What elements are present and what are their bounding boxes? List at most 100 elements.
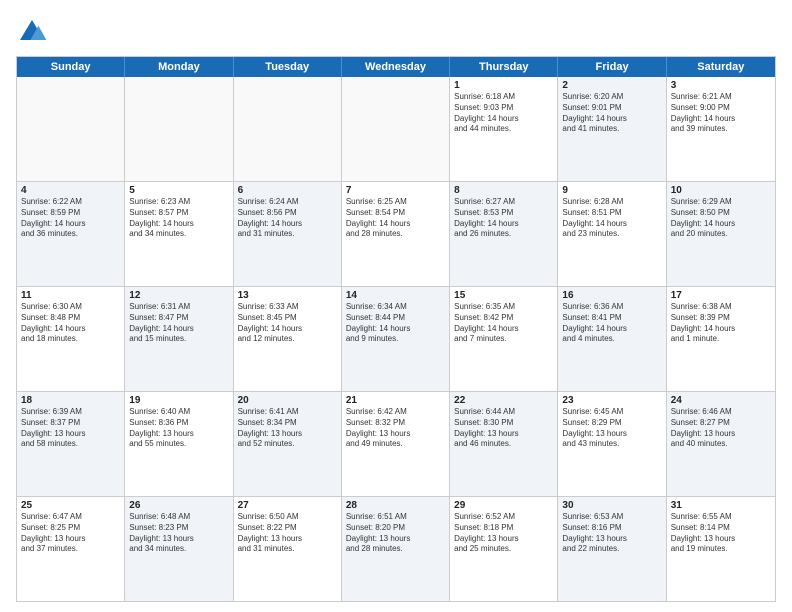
day-cell-20: 20Sunrise: 6:41 AM Sunset: 8:34 PM Dayli…: [234, 392, 342, 496]
day-info: Sunrise: 6:35 AM Sunset: 8:42 PM Dayligh…: [454, 302, 553, 345]
weekday-header-wednesday: Wednesday: [342, 57, 450, 77]
day-info: Sunrise: 6:47 AM Sunset: 8:25 PM Dayligh…: [21, 512, 120, 555]
day-cell-21: 21Sunrise: 6:42 AM Sunset: 8:32 PM Dayli…: [342, 392, 450, 496]
day-info: Sunrise: 6:40 AM Sunset: 8:36 PM Dayligh…: [129, 407, 228, 450]
day-info: Sunrise: 6:36 AM Sunset: 8:41 PM Dayligh…: [562, 302, 661, 345]
calendar-row-2: 11Sunrise: 6:30 AM Sunset: 8:48 PM Dayli…: [17, 287, 775, 392]
day-cell-30: 30Sunrise: 6:53 AM Sunset: 8:16 PM Dayli…: [558, 497, 666, 601]
day-info: Sunrise: 6:25 AM Sunset: 8:54 PM Dayligh…: [346, 197, 445, 240]
day-info: Sunrise: 6:22 AM Sunset: 8:59 PM Dayligh…: [21, 197, 120, 240]
calendar-body: 1Sunrise: 6:18 AM Sunset: 9:03 PM Daylig…: [17, 77, 775, 601]
weekday-header-friday: Friday: [558, 57, 666, 77]
day-cell-24: 24Sunrise: 6:46 AM Sunset: 8:27 PM Dayli…: [667, 392, 775, 496]
day-number: 22: [454, 395, 553, 406]
day-number: 5: [129, 185, 228, 196]
day-number: 2: [562, 80, 661, 91]
day-cell-25: 25Sunrise: 6:47 AM Sunset: 8:25 PM Dayli…: [17, 497, 125, 601]
empty-cell-0-2: [234, 77, 342, 181]
logo-icon: [16, 16, 48, 48]
weekday-header-tuesday: Tuesday: [234, 57, 342, 77]
day-number: 14: [346, 290, 445, 301]
day-number: 12: [129, 290, 228, 301]
day-number: 4: [21, 185, 120, 196]
weekday-header-sunday: Sunday: [17, 57, 125, 77]
calendar-header: SundayMondayTuesdayWednesdayThursdayFrid…: [17, 57, 775, 77]
day-info: Sunrise: 6:50 AM Sunset: 8:22 PM Dayligh…: [238, 512, 337, 555]
calendar-row-3: 18Sunrise: 6:39 AM Sunset: 8:37 PM Dayli…: [17, 392, 775, 497]
calendar-row-1: 4Sunrise: 6:22 AM Sunset: 8:59 PM Daylig…: [17, 182, 775, 287]
weekday-header-monday: Monday: [125, 57, 233, 77]
weekday-header-thursday: Thursday: [450, 57, 558, 77]
day-number: 15: [454, 290, 553, 301]
day-info: Sunrise: 6:27 AM Sunset: 8:53 PM Dayligh…: [454, 197, 553, 240]
day-info: Sunrise: 6:18 AM Sunset: 9:03 PM Dayligh…: [454, 92, 553, 135]
day-info: Sunrise: 6:51 AM Sunset: 8:20 PM Dayligh…: [346, 512, 445, 555]
empty-cell-0-0: [17, 77, 125, 181]
day-cell-15: 15Sunrise: 6:35 AM Sunset: 8:42 PM Dayli…: [450, 287, 558, 391]
day-info: Sunrise: 6:30 AM Sunset: 8:48 PM Dayligh…: [21, 302, 120, 345]
day-info: Sunrise: 6:52 AM Sunset: 8:18 PM Dayligh…: [454, 512, 553, 555]
day-cell-27: 27Sunrise: 6:50 AM Sunset: 8:22 PM Dayli…: [234, 497, 342, 601]
day-info: Sunrise: 6:45 AM Sunset: 8:29 PM Dayligh…: [562, 407, 661, 450]
day-info: Sunrise: 6:39 AM Sunset: 8:37 PM Dayligh…: [21, 407, 120, 450]
day-info: Sunrise: 6:41 AM Sunset: 8:34 PM Dayligh…: [238, 407, 337, 450]
day-cell-5: 5Sunrise: 6:23 AM Sunset: 8:57 PM Daylig…: [125, 182, 233, 286]
day-cell-1: 1Sunrise: 6:18 AM Sunset: 9:03 PM Daylig…: [450, 77, 558, 181]
empty-cell-0-1: [125, 77, 233, 181]
day-cell-26: 26Sunrise: 6:48 AM Sunset: 8:23 PM Dayli…: [125, 497, 233, 601]
day-number: 8: [454, 185, 553, 196]
day-cell-2: 2Sunrise: 6:20 AM Sunset: 9:01 PM Daylig…: [558, 77, 666, 181]
day-info: Sunrise: 6:34 AM Sunset: 8:44 PM Dayligh…: [346, 302, 445, 345]
day-info: Sunrise: 6:48 AM Sunset: 8:23 PM Dayligh…: [129, 512, 228, 555]
day-info: Sunrise: 6:46 AM Sunset: 8:27 PM Dayligh…: [671, 407, 771, 450]
day-number: 19: [129, 395, 228, 406]
day-info: Sunrise: 6:33 AM Sunset: 8:45 PM Dayligh…: [238, 302, 337, 345]
day-number: 30: [562, 500, 661, 511]
day-number: 3: [671, 80, 771, 91]
day-number: 10: [671, 185, 771, 196]
day-number: 20: [238, 395, 337, 406]
day-number: 11: [21, 290, 120, 301]
day-number: 17: [671, 290, 771, 301]
day-cell-28: 28Sunrise: 6:51 AM Sunset: 8:20 PM Dayli…: [342, 497, 450, 601]
day-cell-23: 23Sunrise: 6:45 AM Sunset: 8:29 PM Dayli…: [558, 392, 666, 496]
day-info: Sunrise: 6:24 AM Sunset: 8:56 PM Dayligh…: [238, 197, 337, 240]
empty-cell-0-3: [342, 77, 450, 181]
day-number: 29: [454, 500, 553, 511]
day-number: 6: [238, 185, 337, 196]
day-cell-6: 6Sunrise: 6:24 AM Sunset: 8:56 PM Daylig…: [234, 182, 342, 286]
day-number: 31: [671, 500, 771, 511]
day-number: 28: [346, 500, 445, 511]
calendar-row-0: 1Sunrise: 6:18 AM Sunset: 9:03 PM Daylig…: [17, 77, 775, 182]
day-info: Sunrise: 6:42 AM Sunset: 8:32 PM Dayligh…: [346, 407, 445, 450]
day-number: 21: [346, 395, 445, 406]
day-cell-7: 7Sunrise: 6:25 AM Sunset: 8:54 PM Daylig…: [342, 182, 450, 286]
page: SundayMondayTuesdayWednesdayThursdayFrid…: [0, 0, 792, 612]
weekday-header-saturday: Saturday: [667, 57, 775, 77]
day-cell-10: 10Sunrise: 6:29 AM Sunset: 8:50 PM Dayli…: [667, 182, 775, 286]
day-info: Sunrise: 6:29 AM Sunset: 8:50 PM Dayligh…: [671, 197, 771, 240]
day-cell-18: 18Sunrise: 6:39 AM Sunset: 8:37 PM Dayli…: [17, 392, 125, 496]
day-info: Sunrise: 6:55 AM Sunset: 8:14 PM Dayligh…: [671, 512, 771, 555]
day-info: Sunrise: 6:20 AM Sunset: 9:01 PM Dayligh…: [562, 92, 661, 135]
day-number: 18: [21, 395, 120, 406]
day-number: 23: [562, 395, 661, 406]
day-info: Sunrise: 6:44 AM Sunset: 8:30 PM Dayligh…: [454, 407, 553, 450]
day-info: Sunrise: 6:21 AM Sunset: 9:00 PM Dayligh…: [671, 92, 771, 135]
day-number: 27: [238, 500, 337, 511]
day-cell-8: 8Sunrise: 6:27 AM Sunset: 8:53 PM Daylig…: [450, 182, 558, 286]
day-cell-3: 3Sunrise: 6:21 AM Sunset: 9:00 PM Daylig…: [667, 77, 775, 181]
day-info: Sunrise: 6:23 AM Sunset: 8:57 PM Dayligh…: [129, 197, 228, 240]
day-cell-11: 11Sunrise: 6:30 AM Sunset: 8:48 PM Dayli…: [17, 287, 125, 391]
day-cell-16: 16Sunrise: 6:36 AM Sunset: 8:41 PM Dayli…: [558, 287, 666, 391]
day-info: Sunrise: 6:38 AM Sunset: 8:39 PM Dayligh…: [671, 302, 771, 345]
logo: [16, 16, 52, 48]
day-number: 26: [129, 500, 228, 511]
day-cell-4: 4Sunrise: 6:22 AM Sunset: 8:59 PM Daylig…: [17, 182, 125, 286]
day-number: 9: [562, 185, 661, 196]
day-number: 1: [454, 80, 553, 91]
day-info: Sunrise: 6:53 AM Sunset: 8:16 PM Dayligh…: [562, 512, 661, 555]
day-number: 24: [671, 395, 771, 406]
day-cell-31: 31Sunrise: 6:55 AM Sunset: 8:14 PM Dayli…: [667, 497, 775, 601]
day-info: Sunrise: 6:28 AM Sunset: 8:51 PM Dayligh…: [562, 197, 661, 240]
